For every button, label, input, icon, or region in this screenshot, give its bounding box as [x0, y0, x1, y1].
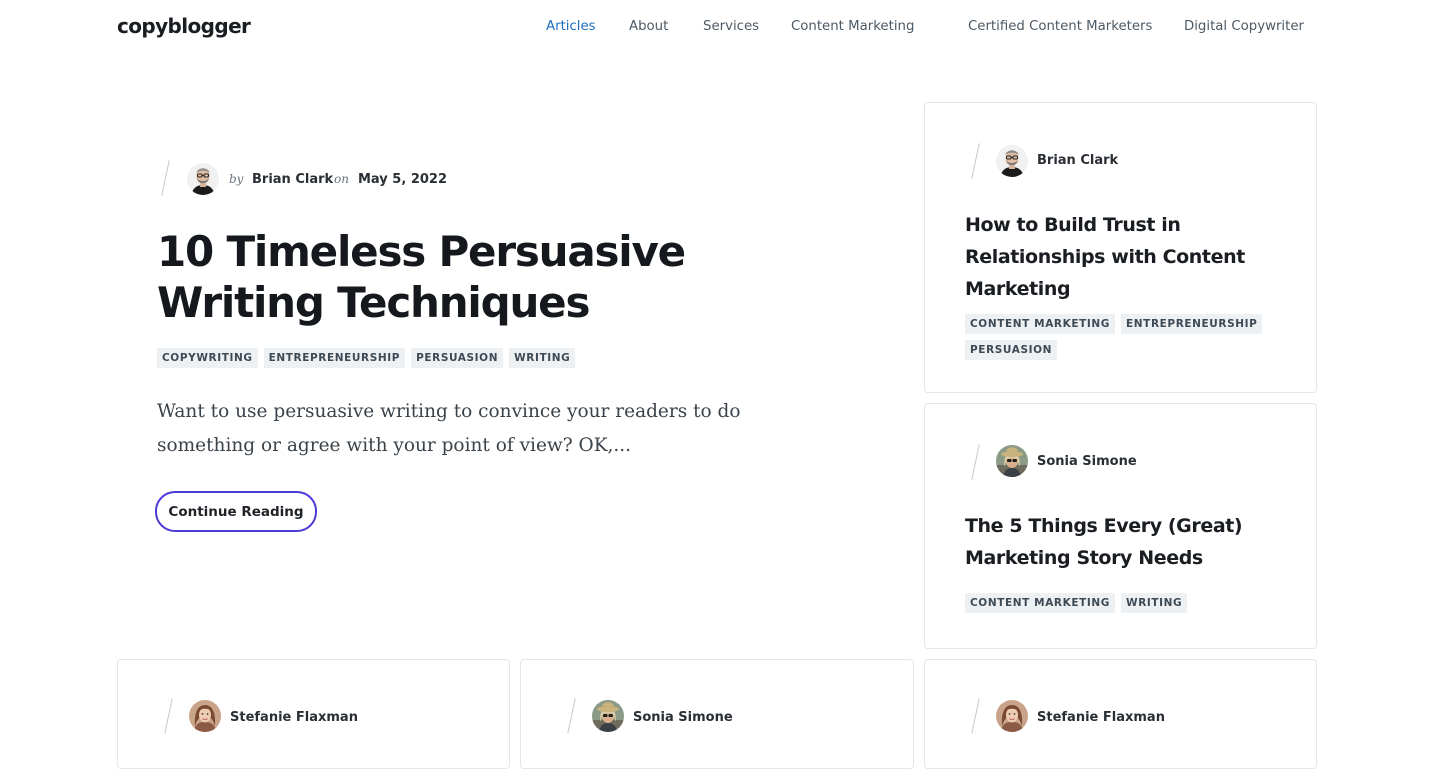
post-card[interactable]: Brian Clark How to Build Trust in Relati… — [924, 102, 1317, 393]
post-card[interactable]: Sonia Simone — [520, 659, 914, 769]
author-avatar[interactable] — [187, 163, 219, 195]
nav-item-articles[interactable]: Articles — [546, 19, 596, 34]
card-title[interactable]: The 5 Things Every (Great) Marketing Sto… — [965, 510, 1285, 574]
meta-divider — [161, 160, 170, 196]
author-name[interactable]: Sonia Simone — [633, 710, 733, 725]
author-avatar[interactable] — [996, 700, 1028, 732]
author-name[interactable]: Brian Clark — [1037, 153, 1118, 168]
nav-item-content-marketing[interactable]: Content Marketing — [791, 19, 914, 34]
author-avatar[interactable] — [996, 445, 1028, 477]
featured-tags: COPYWRITING ENTREPRENEURSHIP PERSUASION … — [157, 348, 757, 368]
byline-by: by — [229, 172, 244, 186]
card-tags: CONTENT MARKETING ENTREPRENEURSHIP PERSU… — [965, 314, 1285, 360]
post-card[interactable]: Stefanie Flaxman — [117, 659, 510, 769]
featured-excerpt: Want to use persuasive writing to convin… — [157, 401, 741, 456]
byline-on: on — [334, 172, 349, 186]
nav-item-services[interactable]: Services — [703, 19, 759, 34]
tag-entrepreneurship[interactable]: ENTREPRENEURSHIP — [263, 348, 406, 368]
post-date: May 5, 2022 — [358, 172, 448, 187]
meta-divider — [971, 143, 980, 179]
tag-persuasion[interactable]: PERSUASION — [965, 340, 1058, 360]
post-card[interactable]: Stefanie Flaxman — [924, 659, 1317, 769]
nav-item-about[interactable]: About — [629, 19, 668, 34]
tag-content-marketing[interactable]: CONTENT MARKETING — [965, 314, 1116, 334]
tag-copywriting[interactable]: COPYWRITING — [157, 348, 258, 368]
author-avatar[interactable] — [189, 700, 221, 732]
author-name[interactable]: Sonia Simone — [1037, 454, 1137, 469]
featured-title[interactable]: 10 Timeless Persuasive Writing Technique… — [157, 226, 797, 328]
author-name[interactable]: Brian Clark — [252, 172, 333, 187]
tag-entrepreneurship[interactable]: ENTREPRENEURSHIP — [1121, 314, 1263, 334]
tag-writing[interactable]: WRITING — [1121, 593, 1188, 613]
tag-writing[interactable]: WRITING — [509, 348, 576, 368]
card-tags: CONTENT MARKETING WRITING — [965, 593, 1285, 613]
author-avatar[interactable] — [996, 145, 1028, 177]
meta-divider — [567, 698, 576, 734]
site-logo[interactable]: copyblogger — [117, 14, 251, 38]
nav-item-digital-copywriter[interactable]: Digital Copywriter — [1184, 19, 1304, 34]
meta-divider — [164, 698, 173, 734]
author-name[interactable]: Stefanie Flaxman — [230, 710, 358, 725]
post-card[interactable]: Sonia Simone The 5 Things Every (Great) … — [924, 403, 1317, 649]
card-title[interactable]: How to Build Trust in Relationships with… — [965, 209, 1285, 305]
author-avatar[interactable] — [592, 700, 624, 732]
nav-item-certified-content-marketers[interactable]: Certified Content Marketers — [968, 19, 1152, 34]
meta-divider — [971, 444, 980, 480]
tag-content-marketing[interactable]: CONTENT MARKETING — [965, 593, 1116, 613]
tag-persuasion[interactable]: PERSUASION — [411, 348, 504, 368]
continue-reading-button[interactable]: Continue Reading — [155, 491, 317, 532]
meta-divider — [971, 698, 980, 734]
author-name[interactable]: Stefanie Flaxman — [1037, 710, 1165, 725]
